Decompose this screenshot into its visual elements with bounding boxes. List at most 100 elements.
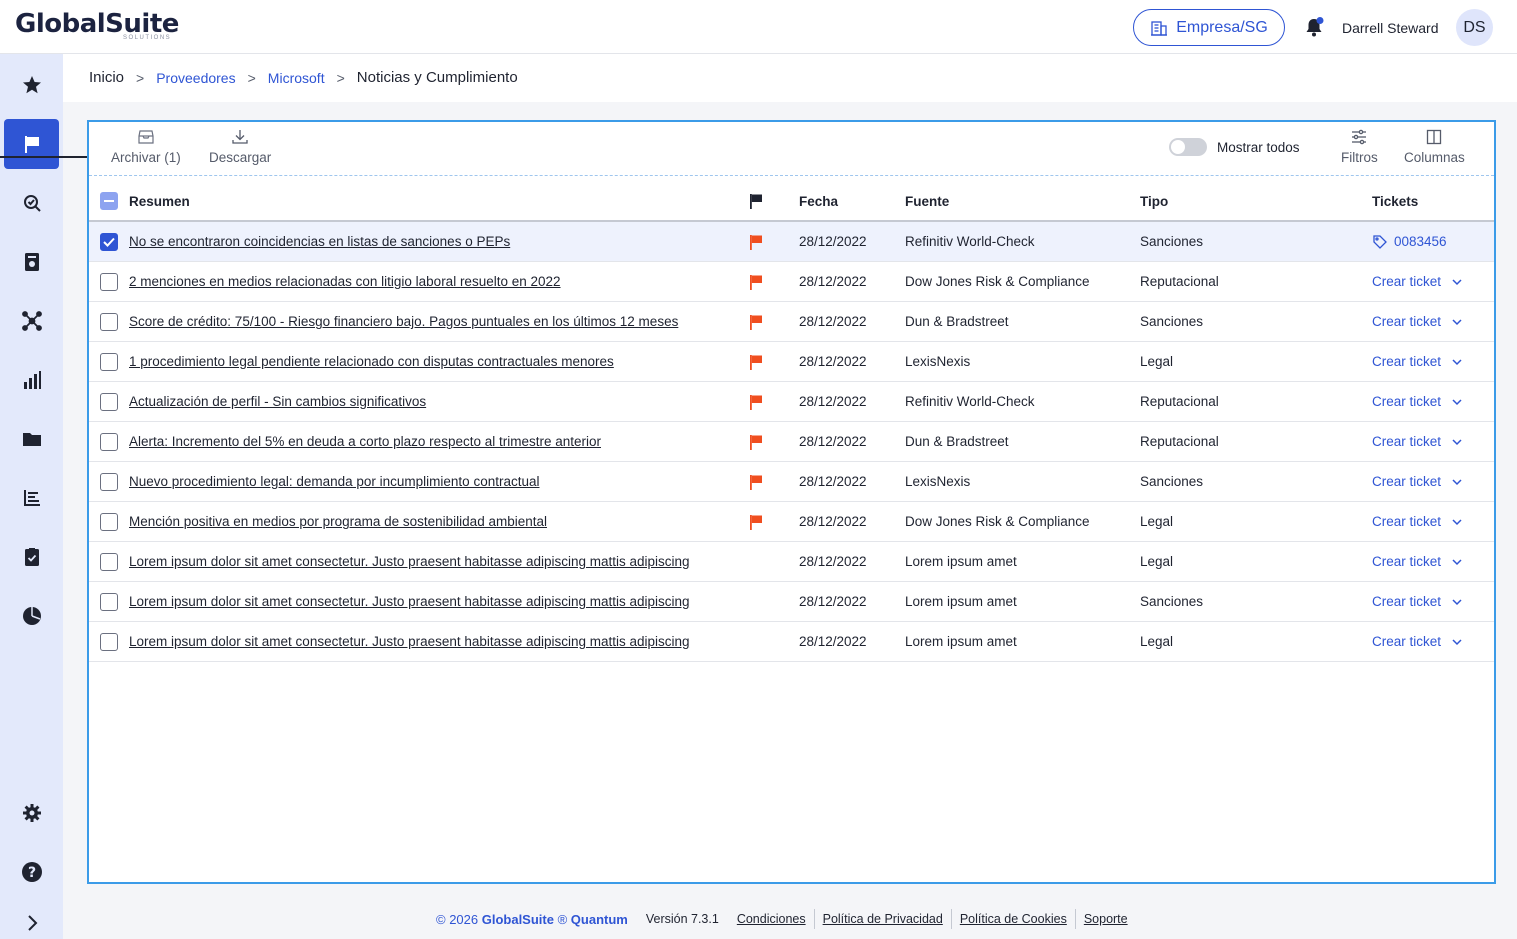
notifications-button[interactable] (1303, 16, 1325, 38)
sidebar-item-dashboards[interactable] (4, 591, 59, 641)
sidebar-item-help[interactable]: ? (4, 847, 59, 897)
show-all-toggle[interactable]: Mostrar todos (1169, 138, 1300, 156)
row-checkbox[interactable] (100, 272, 118, 291)
chevron-down-icon (1452, 518, 1462, 525)
table-row[interactable]: Lorem ipsum dolor sit amet consectetur. … (89, 622, 1494, 662)
row-summary-cell: Alerta: Incremento del 5% en deuda a cor… (129, 434, 747, 449)
table-row[interactable]: Lorem ipsum dolor sit amet consectetur. … (89, 542, 1494, 582)
row-checkbox[interactable] (100, 352, 118, 371)
columns-button[interactable]: Columnas (1404, 128, 1465, 165)
toggle-switch[interactable] (1169, 138, 1207, 156)
table-row[interactable]: Score de crédito: 75/100 - Riesgo financ… (89, 302, 1494, 342)
breadcrumb-home[interactable]: Inicio (89, 69, 124, 86)
row-checkbox[interactable] (100, 512, 118, 531)
row-checkbox[interactable] (100, 552, 118, 571)
footer-link-privacy[interactable]: Política de Privacidad (815, 912, 951, 926)
filters-button[interactable]: Filtros (1341, 128, 1378, 165)
sidebar-item-documents[interactable] (4, 414, 59, 464)
flag-icon (24, 136, 39, 153)
table-row[interactable]: Alerta: Incremento del 5% en deuda a cor… (89, 422, 1494, 462)
create-ticket-button[interactable]: Crear ticket (1372, 594, 1492, 609)
sidebar-item-analytics[interactable] (4, 355, 59, 405)
header-summary[interactable]: Resumen (129, 194, 747, 209)
header-tickets[interactable]: Tickets (1372, 194, 1492, 209)
sidebar-item-lists[interactable] (4, 473, 59, 523)
row-summary-link[interactable]: Lorem ipsum dolor sit amet consectetur. … (129, 554, 690, 569)
flag-icon[interactable] (749, 394, 763, 410)
row-summary-link[interactable]: Lorem ipsum dolor sit amet consectetur. … (129, 594, 690, 609)
row-checkbox[interactable] (100, 592, 118, 611)
flag-icon[interactable] (749, 314, 763, 330)
flag-icon[interactable] (749, 274, 763, 290)
footer-link-support[interactable]: Soporte (1076, 912, 1136, 926)
sidebar-item-favorites[interactable] (4, 60, 59, 110)
row-summary-link[interactable]: 1 procedimiento legal pendiente relacion… (129, 354, 614, 369)
row-checkbox[interactable] (100, 632, 118, 651)
create-ticket-button[interactable]: Crear ticket (1372, 514, 1492, 529)
header-flag[interactable] (747, 193, 799, 209)
create-ticket-button[interactable]: Crear ticket (1372, 554, 1492, 569)
chevron-down-icon (1452, 398, 1462, 405)
download-button[interactable]: Descargar (209, 128, 271, 165)
header-date[interactable]: Fecha (799, 194, 905, 209)
row-summary-link[interactable]: 2 menciones en medios relacionadas con l… (129, 274, 561, 289)
user-name[interactable]: Darrell Steward (1342, 20, 1438, 36)
create-ticket-button[interactable]: Crear ticket (1372, 394, 1492, 409)
row-summary-link[interactable]: Lorem ipsum dolor sit amet consectetur. … (129, 634, 690, 649)
table-row[interactable]: No se encontraron coincidencias en lista… (89, 222, 1494, 262)
flag-icon[interactable] (749, 434, 763, 450)
footer-link-cookies[interactable]: Política de Cookies (952, 912, 1075, 926)
header-source[interactable]: Fuente (905, 194, 1140, 209)
row-type: Reputacional (1140, 394, 1219, 409)
flag-icon[interactable] (749, 474, 763, 490)
table-row[interactable]: Nuevo procedimiento legal: demanda por i… (89, 462, 1494, 502)
row-checkbox[interactable] (100, 472, 118, 491)
company-selector-button[interactable]: Empresa/SG (1133, 9, 1285, 46)
create-ticket-button[interactable]: Crear ticket (1372, 474, 1492, 489)
table-row[interactable]: 2 menciones en medios relacionadas con l… (89, 262, 1494, 302)
ticket-label: Crear ticket (1372, 394, 1442, 409)
create-ticket-button[interactable]: Crear ticket (1372, 314, 1492, 329)
create-ticket-button[interactable]: Crear ticket (1372, 434, 1492, 449)
breadcrumb-supplier[interactable]: Microsoft (268, 70, 325, 86)
ticket-label: Crear ticket (1372, 314, 1442, 329)
ticket-link[interactable]: 0083456 (1372, 234, 1492, 250)
row-select-cell (89, 232, 129, 251)
sidebar-item-risk-search[interactable] (4, 178, 59, 228)
sidebar-item-tasks[interactable] (4, 532, 59, 582)
sidebar-item-news[interactable] (4, 119, 59, 169)
row-checkbox[interactable] (100, 432, 118, 451)
sidebar-item-network[interactable] (4, 296, 59, 346)
table-row[interactable]: Mención positiva en medios por programa … (89, 502, 1494, 542)
sidebar-item-settings[interactable] (4, 788, 59, 838)
table-row[interactable]: Actualización de perfil - Sin cambios si… (89, 382, 1494, 422)
sidebar-expand-button[interactable] (4, 898, 59, 939)
breadcrumb-suppliers[interactable]: Proveedores (156, 70, 235, 86)
create-ticket-button[interactable]: Crear ticket (1372, 634, 1492, 649)
row-summary-link[interactable]: Nuevo procedimiento legal: demanda por i… (129, 474, 539, 489)
table-row[interactable]: 1 procedimiento legal pendiente relacion… (89, 342, 1494, 382)
row-type: Legal (1140, 554, 1174, 569)
sidebar-item-reports[interactable] (4, 237, 59, 287)
select-all-checkbox[interactable] (100, 192, 118, 210)
flag-icon[interactable] (749, 354, 763, 370)
row-summary-link[interactable]: No se encontraron coincidencias en lista… (129, 234, 510, 249)
row-checkbox[interactable] (100, 312, 118, 331)
row-checkbox[interactable] (100, 232, 118, 251)
create-ticket-button[interactable]: Crear ticket (1372, 274, 1492, 289)
avatar[interactable]: DS (1456, 9, 1493, 46)
row-summary-link[interactable]: Score de crédito: 75/100 - Riesgo financ… (129, 314, 678, 329)
table-row[interactable]: Lorem ipsum dolor sit amet consectetur. … (89, 582, 1494, 622)
row-summary-link[interactable]: Alerta: Incremento del 5% en deuda a cor… (129, 434, 601, 449)
row-flag-cell (747, 474, 799, 490)
flag-icon[interactable] (749, 234, 763, 250)
archive-button[interactable]: Archivar (1) (111, 128, 181, 165)
row-checkbox[interactable] (100, 392, 118, 411)
create-ticket-button[interactable]: Crear ticket (1372, 354, 1492, 369)
row-summary-link[interactable]: Actualización de perfil - Sin cambios si… (129, 394, 426, 409)
footer-link-conditions[interactable]: Condiciones (729, 912, 814, 926)
flag-icon (750, 194, 762, 209)
row-summary-link[interactable]: Mención positiva en medios por programa … (129, 514, 547, 529)
header-type[interactable]: Tipo (1140, 194, 1372, 209)
flag-icon[interactable] (749, 514, 763, 530)
